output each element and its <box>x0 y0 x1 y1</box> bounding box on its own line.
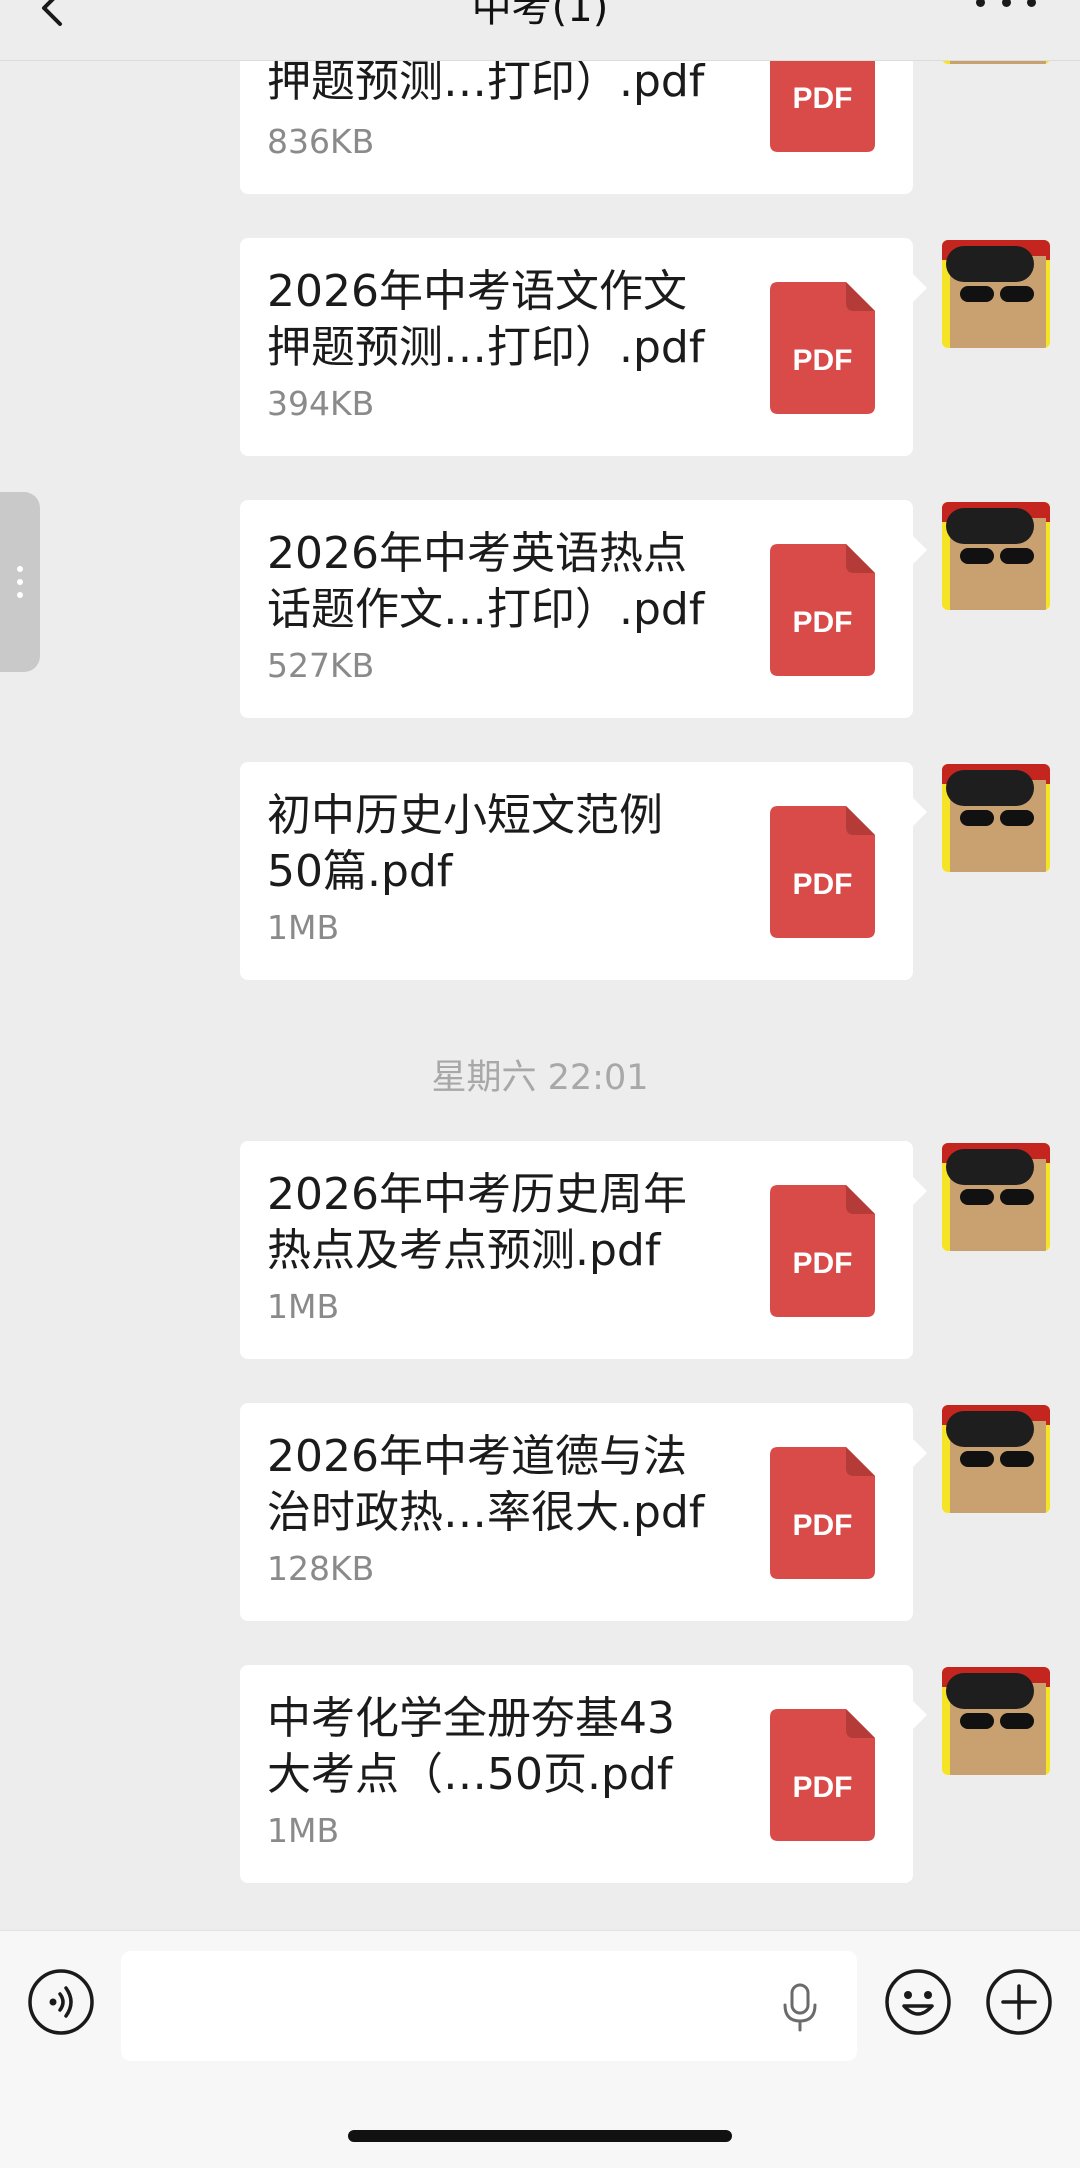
pdf-label: PDF <box>792 606 853 639</box>
voice-button[interactable] <box>27 1968 95 2036</box>
avatar[interactable] <box>942 240 1050 348</box>
avatar[interactable] <box>942 1405 1050 1513</box>
file-bubble[interactable]: 2026年中考历史周年 热点及考点预测.pdf 1MB PDF <box>240 1141 927 1359</box>
microphone-icon <box>783 1983 817 2032</box>
pdf-label: PDF <box>792 868 853 901</box>
file-name: 初中历史小短文范例 50篇.pdf <box>267 790 663 897</box>
pdf-label: PDF <box>792 1771 853 1804</box>
chat-title: 中考(1) <box>471 0 609 31</box>
pdf-label: PDF <box>792 82 853 115</box>
home-indicator <box>348 2130 732 2142</box>
file-name: 2026年中考历史周年 热点及考点预测.pdf <box>267 1169 687 1276</box>
file-size: 836KB <box>267 122 375 161</box>
avatar[interactable] <box>942 1667 1050 1775</box>
pdf-file-icon: PDF <box>770 544 875 676</box>
file-name: 2026年中考英语热点 话题作文…打印）.pdf <box>267 528 705 635</box>
file-bubble[interactable]: 2026年中考道德与法 治时政热…率很大.pdf 128KB PDF <box>240 1403 927 1621</box>
avatar[interactable] <box>942 1143 1050 1251</box>
pdf-label: PDF <box>792 1247 853 1280</box>
file-bubble[interactable]: 初中历史小短文范例 50篇.pdf 1MB PDF <box>240 762 927 980</box>
file-size: 1MB <box>267 908 340 947</box>
file-size: 128KB <box>267 1549 375 1588</box>
more-button[interactable] <box>976 0 1036 22</box>
file-name: 2026年中考道德与法 治时政热…率很大.pdf <box>267 1431 705 1538</box>
avatar[interactable] <box>942 764 1050 872</box>
chat-screen: 中考(1) 押题预测…打印）.pdf 836KB PDF 2026年中考语文作文… <box>0 0 1080 2168</box>
side-drag-handle[interactable] <box>0 492 40 672</box>
file-name: 押题预测…打印）.pdf <box>267 56 705 107</box>
pdf-file-icon: PDF <box>770 1185 875 1317</box>
avatar[interactable] <box>942 502 1050 610</box>
timestamp-divider: 星期六 22:01 <box>431 1058 649 1098</box>
message-input[interactable] <box>121 1951 857 2061</box>
file-size: 1MB <box>267 1811 340 1850</box>
file-name: 2026年中考语文作文 押题预测…打印）.pdf <box>267 266 705 373</box>
file-bubble[interactable]: 中考化学全册夯基43 大考点（…50页.pdf 1MB PDF <box>240 1665 927 1883</box>
more-icon <box>976 0 985 7</box>
microphone-button[interactable] <box>780 1983 820 2033</box>
pdf-file-icon: PDF <box>770 282 875 414</box>
file-bubble[interactable]: 2026年中考英语热点 话题作文…打印）.pdf 527KB PDF <box>240 500 927 718</box>
file-name: 中考化学全册夯基43 大考点（…50页.pdf <box>267 1693 675 1800</box>
emoji-icon <box>885 1969 951 2035</box>
chat-header: 中考(1) <box>0 0 1080 61</box>
pdf-label: PDF <box>792 344 853 377</box>
file-size: 527KB <box>267 646 375 685</box>
emoji-button[interactable] <box>884 1968 952 2036</box>
pdf-file-icon: PDF <box>770 806 875 938</box>
pdf-label: PDF <box>792 1509 853 1542</box>
pdf-file-icon: PDF <box>770 1709 875 1841</box>
plus-button[interactable] <box>985 1968 1053 2036</box>
file-size: 394KB <box>267 384 375 423</box>
file-bubble[interactable]: 2026年中考语文作文 押题预测…打印）.pdf 394KB PDF <box>240 238 927 456</box>
plus-icon <box>986 1969 1052 2035</box>
pdf-file-icon: PDF <box>770 1447 875 1579</box>
file-size: 1MB <box>267 1287 340 1326</box>
voice-icon <box>28 1969 94 2035</box>
